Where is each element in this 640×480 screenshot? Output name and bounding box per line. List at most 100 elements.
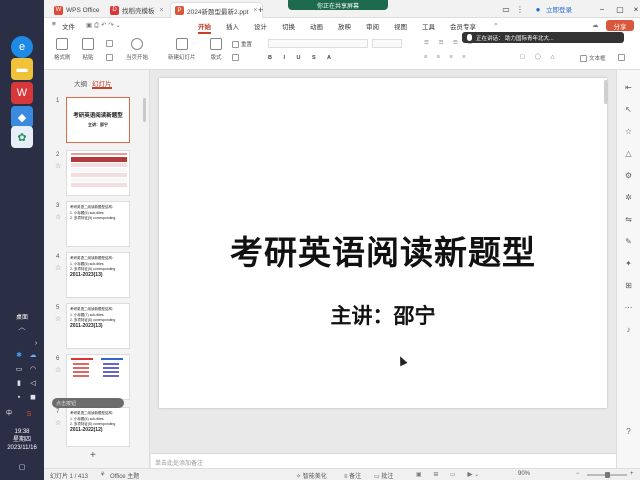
- font-family-select[interactable]: [268, 39, 368, 48]
- menu-member[interactable]: 会员专享: [450, 21, 476, 31]
- floating-toolbar[interactable]: 点击按钮: [52, 398, 124, 408]
- text-format-buttons[interactable]: B I U S A: [268, 55, 336, 61]
- paste-button[interactable]: 粘贴: [82, 38, 94, 61]
- zoom-out-button[interactable]: −: [576, 471, 580, 477]
- settings-icon[interactable]: ⚙: [623, 170, 634, 181]
- maximize-button[interactable]: ▢: [614, 3, 626, 15]
- star-icon[interactable]: ☆: [55, 366, 61, 374]
- more-icon[interactable]: ⋯: [623, 302, 634, 313]
- menu-view[interactable]: 视图: [394, 21, 407, 31]
- new-tab-button[interactable]: +: [254, 2, 267, 18]
- layout-icon[interactable]: ▭: [500, 3, 512, 15]
- comments-toggle[interactable]: ▭ 批注: [374, 471, 393, 480]
- menu-start[interactable]: 开始: [198, 21, 211, 34]
- menu-animation[interactable]: 动画: [310, 21, 323, 31]
- format-painter-button[interactable]: 格式刷: [54, 38, 71, 61]
- shapes-icon[interactable]: △: [623, 148, 634, 159]
- star-icon[interactable]: ☆: [55, 213, 61, 221]
- file-explorer-icon[interactable]: ▬: [11, 58, 33, 80]
- tab-outline[interactable]: 大纲: [74, 78, 87, 88]
- notes-area[interactable]: 单击此处添加备注: [151, 453, 616, 468]
- theme-label[interactable]: Office 主题: [110, 471, 139, 480]
- table-icon[interactable]: ⊞: [623, 280, 634, 291]
- theme-icon[interactable]: ⚘: [100, 471, 105, 478]
- slide-thumbnail-2[interactable]: [66, 150, 130, 196]
- transition-icon[interactable]: ⇋: [623, 214, 634, 225]
- input-method-icon[interactable]: S: [24, 409, 34, 419]
- microphone-icon[interactable]: ▮: [14, 378, 24, 388]
- star-icon[interactable]: ☆: [623, 126, 634, 137]
- tab-wps-office[interactable]: W WPS Office: [50, 2, 103, 18]
- thumbnail-scrollbar[interactable]: [143, 98, 146, 122]
- reset-button[interactable]: 重置: [232, 40, 252, 48]
- app-blue-icon[interactable]: ◆: [11, 106, 33, 128]
- help-icon[interactable]: ?: [623, 426, 634, 437]
- play-button[interactable]: ▶ ⌄: [468, 471, 479, 478]
- shape-buttons[interactable]: ▢ ◯ △: [520, 54, 559, 60]
- cloud-sync-icon[interactable]: ☁: [592, 21, 599, 29]
- login-link[interactable]: 立即登录: [544, 3, 574, 15]
- slide-canvas[interactable]: 考研英语阅读新题型 主讲：邵宁: [159, 78, 607, 408]
- menu-hamburger-icon[interactable]: ≡: [52, 21, 56, 28]
- font-size-select[interactable]: [372, 39, 402, 48]
- tray-app-icon[interactable]: ▪: [14, 392, 24, 402]
- slide-thumbnail-4[interactable]: 考研英语二阅读新题型结构： 1. 小标题(5) sub-titles 2. 多项…: [66, 252, 130, 298]
- main-scrollbar[interactable]: [604, 80, 608, 104]
- slide-thumbnail-7[interactable]: 考研英语二阅读新题型结构： 1. 小标题(5) sub-titles 2. 多项…: [66, 407, 130, 447]
- menu-tools[interactable]: 工具: [422, 21, 435, 31]
- wps-taskbar-icon[interactable]: W: [11, 82, 33, 104]
- close-icon[interactable]: ×: [160, 7, 164, 14]
- menu-insert[interactable]: 插入: [226, 21, 239, 31]
- notes-toggle[interactable]: ≡ 备注: [344, 471, 361, 480]
- gear-icon[interactable]: ✲: [623, 192, 634, 203]
- menu-file[interactable]: 文件: [62, 21, 75, 31]
- alignment-buttons[interactable]: ≡ ≡ ≡ ≡: [424, 54, 469, 60]
- zoom-level[interactable]: 90%: [518, 471, 530, 477]
- menu-design[interactable]: 设计: [254, 21, 267, 31]
- star-icon[interactable]: ☆: [55, 264, 61, 272]
- avatar[interactable]: ●: [532, 3, 544, 15]
- menu-slideshow[interactable]: 放映: [338, 21, 351, 31]
- star-icon[interactable]: ☆: [55, 419, 61, 427]
- share-button[interactable]: 分享: [606, 20, 634, 31]
- notification-icon[interactable]: ▢: [17, 462, 27, 472]
- grid-icon[interactable]: ⋮: [514, 3, 526, 15]
- slide-thumbnail-5[interactable]: 考研英语二阅读新题型结构： 1. 小标题(7) sub-titles 2. 多项…: [66, 303, 130, 349]
- layout-button[interactable]: 版式: [210, 38, 222, 61]
- bluetooth-icon[interactable]: ✱: [14, 350, 24, 360]
- cloud-icon[interactable]: ☁: [28, 350, 38, 360]
- close-window-button[interactable]: ×: [630, 3, 640, 15]
- star-icon[interactable]: ☆: [55, 162, 61, 170]
- search-icon[interactable]: ⌕: [494, 21, 498, 29]
- slide-title[interactable]: 考研英语阅读新题型: [159, 226, 607, 274]
- menu-transition[interactable]: 切换: [282, 21, 295, 31]
- collapse-icon[interactable]: ⇤: [623, 82, 634, 93]
- add-slide-button[interactable]: +: [90, 450, 96, 461]
- brush-icon[interactable]: ✎: [623, 236, 634, 247]
- new-slide-button[interactable]: 新建幻灯片: [168, 38, 196, 61]
- zoom-in-button[interactable]: +: [630, 471, 634, 477]
- ime-indicator[interactable]: 中: [0, 410, 24, 418]
- slide-thumbnail-1[interactable]: 考研英语阅读新题型 主讲：邵宁: [66, 97, 130, 143]
- play-from-current-button[interactable]: 当页开始: [126, 38, 148, 61]
- clock-time[interactable]: 19:38: [0, 428, 44, 436]
- slide-subtitle[interactable]: 主讲：邵宁: [159, 300, 607, 330]
- wifi-icon[interactable]: ◠: [28, 364, 38, 374]
- arrange-button[interactable]: [618, 54, 627, 61]
- network-icon[interactable]: ▭: [14, 364, 24, 374]
- quick-access-toolbar[interactable]: ▣ ⎙ ↶ ↷ ⌄: [86, 21, 121, 30]
- chevron-up-icon[interactable]: ︿: [17, 322, 27, 332]
- tab-current-document[interactable]: P 2024新题型最新2.ppt ×: [170, 2, 263, 18]
- screen-share-banner[interactable]: 你正在共享屏幕: [288, 0, 388, 10]
- copy-button[interactable]: [106, 54, 115, 61]
- star-icon[interactable]: ☆: [55, 315, 61, 323]
- slide-thumbnail-6[interactable]: [66, 354, 130, 400]
- chevron-right-icon[interactable]: ›: [31, 338, 41, 348]
- tab-docer-templates[interactable]: D 找稻壳模板 ×: [106, 2, 168, 18]
- minimize-button[interactable]: −: [596, 3, 608, 15]
- volume-icon[interactable]: ◁: [28, 378, 38, 388]
- smart-beautify-button[interactable]: ✧ 智能美化: [296, 471, 327, 480]
- menu-review[interactable]: 审阅: [366, 21, 379, 31]
- slide-thumbnail-3[interactable]: 考研英语二阅读新题型结构： 1. 小标题(5) sub-titles 2. 多项…: [66, 201, 130, 247]
- audio-icon[interactable]: ♪: [623, 324, 634, 335]
